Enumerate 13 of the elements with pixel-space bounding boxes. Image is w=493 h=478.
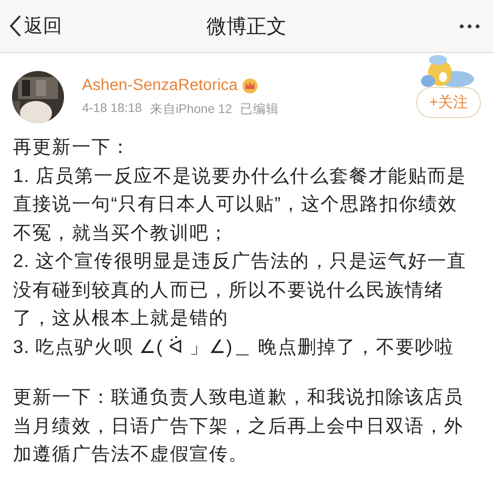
post-time: 4-18 18:18 [82,100,142,116]
post-paragraph: 再更新一下： [13,135,132,159]
post-source: 来自iPhone 12 [150,100,232,118]
more-button[interactable]: ••• [459,18,483,34]
page-title: 微博正文 [206,14,286,40]
edited-label: 已编辑 [240,100,280,118]
back-button[interactable]: 返回 [8,13,62,39]
post-paragraph: 2. 这个宣传很明显是违反广告法的，只是运气好一直没有碰到较真的人而已，所以不要说什么民族情绪了，这从根本上就是错的 [13,249,468,330]
post-paragraph: 3. 吃点驴火呗 ∠( ᐛ 」∠)＿ 晚点删掉了，不要吵啦 [13,334,456,359]
post-paragraph: 更新一下：联通负责人致电道歉，和我说扣除该店员当月绩效，日语广告下架，之后再上会中日双语，外加遵循广告法不虚假宣传。 [13,385,465,466]
back-icon [8,14,22,38]
post-paragraph: 1. 店员第一反应不是说要办什么什么套餐才能贴而是直接说一句“只有日本人可以贴”，这个思路扣你绩效不冤，就当买个教训吧； [13,164,468,244]
crown-icon [242,78,258,94]
